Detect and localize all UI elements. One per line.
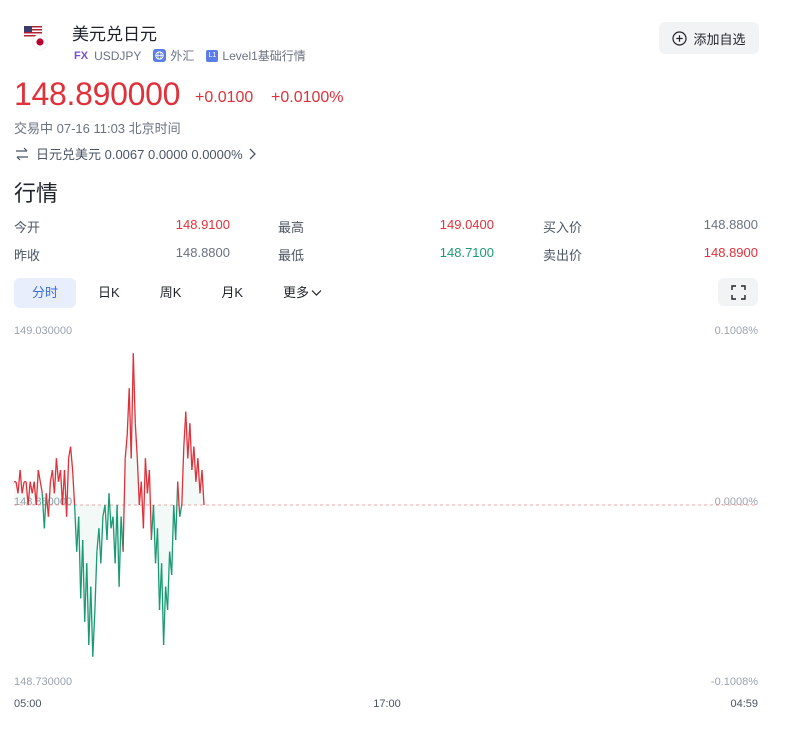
- header: 美元兑日元 FX USDJPY 外汇 L1 Level1基础行情 添加自选: [0, 0, 790, 70]
- y-right-tick-top: 0.1008%: [715, 325, 759, 337]
- globe-icon: [153, 49, 167, 62]
- x-tick-start: 05:00: [14, 698, 42, 710]
- stat-ask-label: 卖出价: [543, 248, 583, 263]
- symbol-meta: FX USDJPY 外汇 L1 Level1基础行情: [74, 47, 318, 64]
- trading-status: 交易中 07-16 11:03 北京时间: [14, 121, 181, 136]
- stat-low-value: 148.7100: [439, 245, 494, 260]
- page-title: 美元兑日元: [72, 25, 157, 44]
- chart-period-tabs: 分时 日K 周K 月K 更多: [14, 278, 344, 308]
- add-watchlist-button[interactable]: 添加自选: [659, 22, 759, 54]
- stat-high-value: 149.0400: [439, 217, 494, 232]
- tab-daily-k[interactable]: 日K: [80, 278, 138, 308]
- stat-open-label: 今开: [14, 220, 41, 235]
- tab-intraday[interactable]: 分时: [14, 278, 77, 308]
- price-change-percent: +0.0100%: [271, 89, 344, 106]
- market-tag: 外汇: [153, 47, 194, 64]
- tab-more[interactable]: 更多: [265, 278, 340, 308]
- us-japan-flag-icon: [24, 26, 48, 50]
- stat-bid-value: 148.8800: [703, 217, 758, 232]
- chart-plot-area: [14, 353, 758, 657]
- y-left-tick-bottom: 148.730000: [14, 676, 72, 688]
- tab-more-label: 更多: [283, 285, 310, 300]
- inverse-pair-text: 日元兑美元 0.0067 0.0000 0.0000%: [36, 147, 243, 162]
- stat-open-value: 148.9100: [175, 217, 230, 232]
- stat-low-label: 最低: [278, 248, 305, 263]
- fullscreen-icon: [730, 284, 746, 300]
- level1-icon: L1: [206, 49, 219, 62]
- symbol-code-text: USDJPY: [94, 48, 142, 63]
- stat-prev-close-label: 昨收: [14, 248, 41, 263]
- market-text: 外汇: [170, 49, 195, 63]
- swap-arrows-icon: [16, 147, 28, 160]
- intraday-chart[interactable]: 149.030000 148.880000 148.730000 0.1008%…: [0, 315, 790, 715]
- tab-weekly-k[interactable]: 周K: [142, 278, 200, 308]
- x-tick-mid: 17:00: [373, 698, 401, 710]
- section-title-quotes: 行情: [14, 181, 59, 206]
- x-tick-end: 04:59: [730, 698, 758, 710]
- level-text: Level1基础行情: [222, 49, 306, 63]
- symbol-code: USDJPY: [94, 49, 141, 63]
- stat-ask-value: 148.8900: [703, 245, 758, 260]
- inverse-pair-link[interactable]: 日元兑美元 0.0067 0.0000 0.0000%: [14, 144, 256, 163]
- y-right-tick-mid: 0.0000%: [715, 496, 759, 508]
- stat-bid-label: 买入价: [543, 220, 583, 235]
- stat-high-label: 最高: [278, 220, 305, 235]
- y-left-tick-top: 149.030000: [14, 325, 72, 337]
- add-watchlist-label: 添加自选: [693, 31, 746, 47]
- last-price: 148.890000: [14, 76, 181, 112]
- y-right-tick-bottom: -0.1008%: [711, 676, 758, 688]
- fx-badge: FX: [74, 49, 89, 62]
- price-change: +0.0100: [195, 89, 254, 106]
- stat-prev-close-value: 148.8800: [175, 245, 230, 260]
- tab-monthly-k[interactable]: 月K: [203, 278, 261, 308]
- plus-circle-icon: [672, 30, 688, 46]
- level-tag: L1 Level1基础行情: [206, 47, 306, 64]
- fullscreen-button[interactable]: [718, 278, 758, 306]
- chevron-down-icon: [311, 290, 322, 296]
- chevron-right-icon: [249, 148, 256, 159]
